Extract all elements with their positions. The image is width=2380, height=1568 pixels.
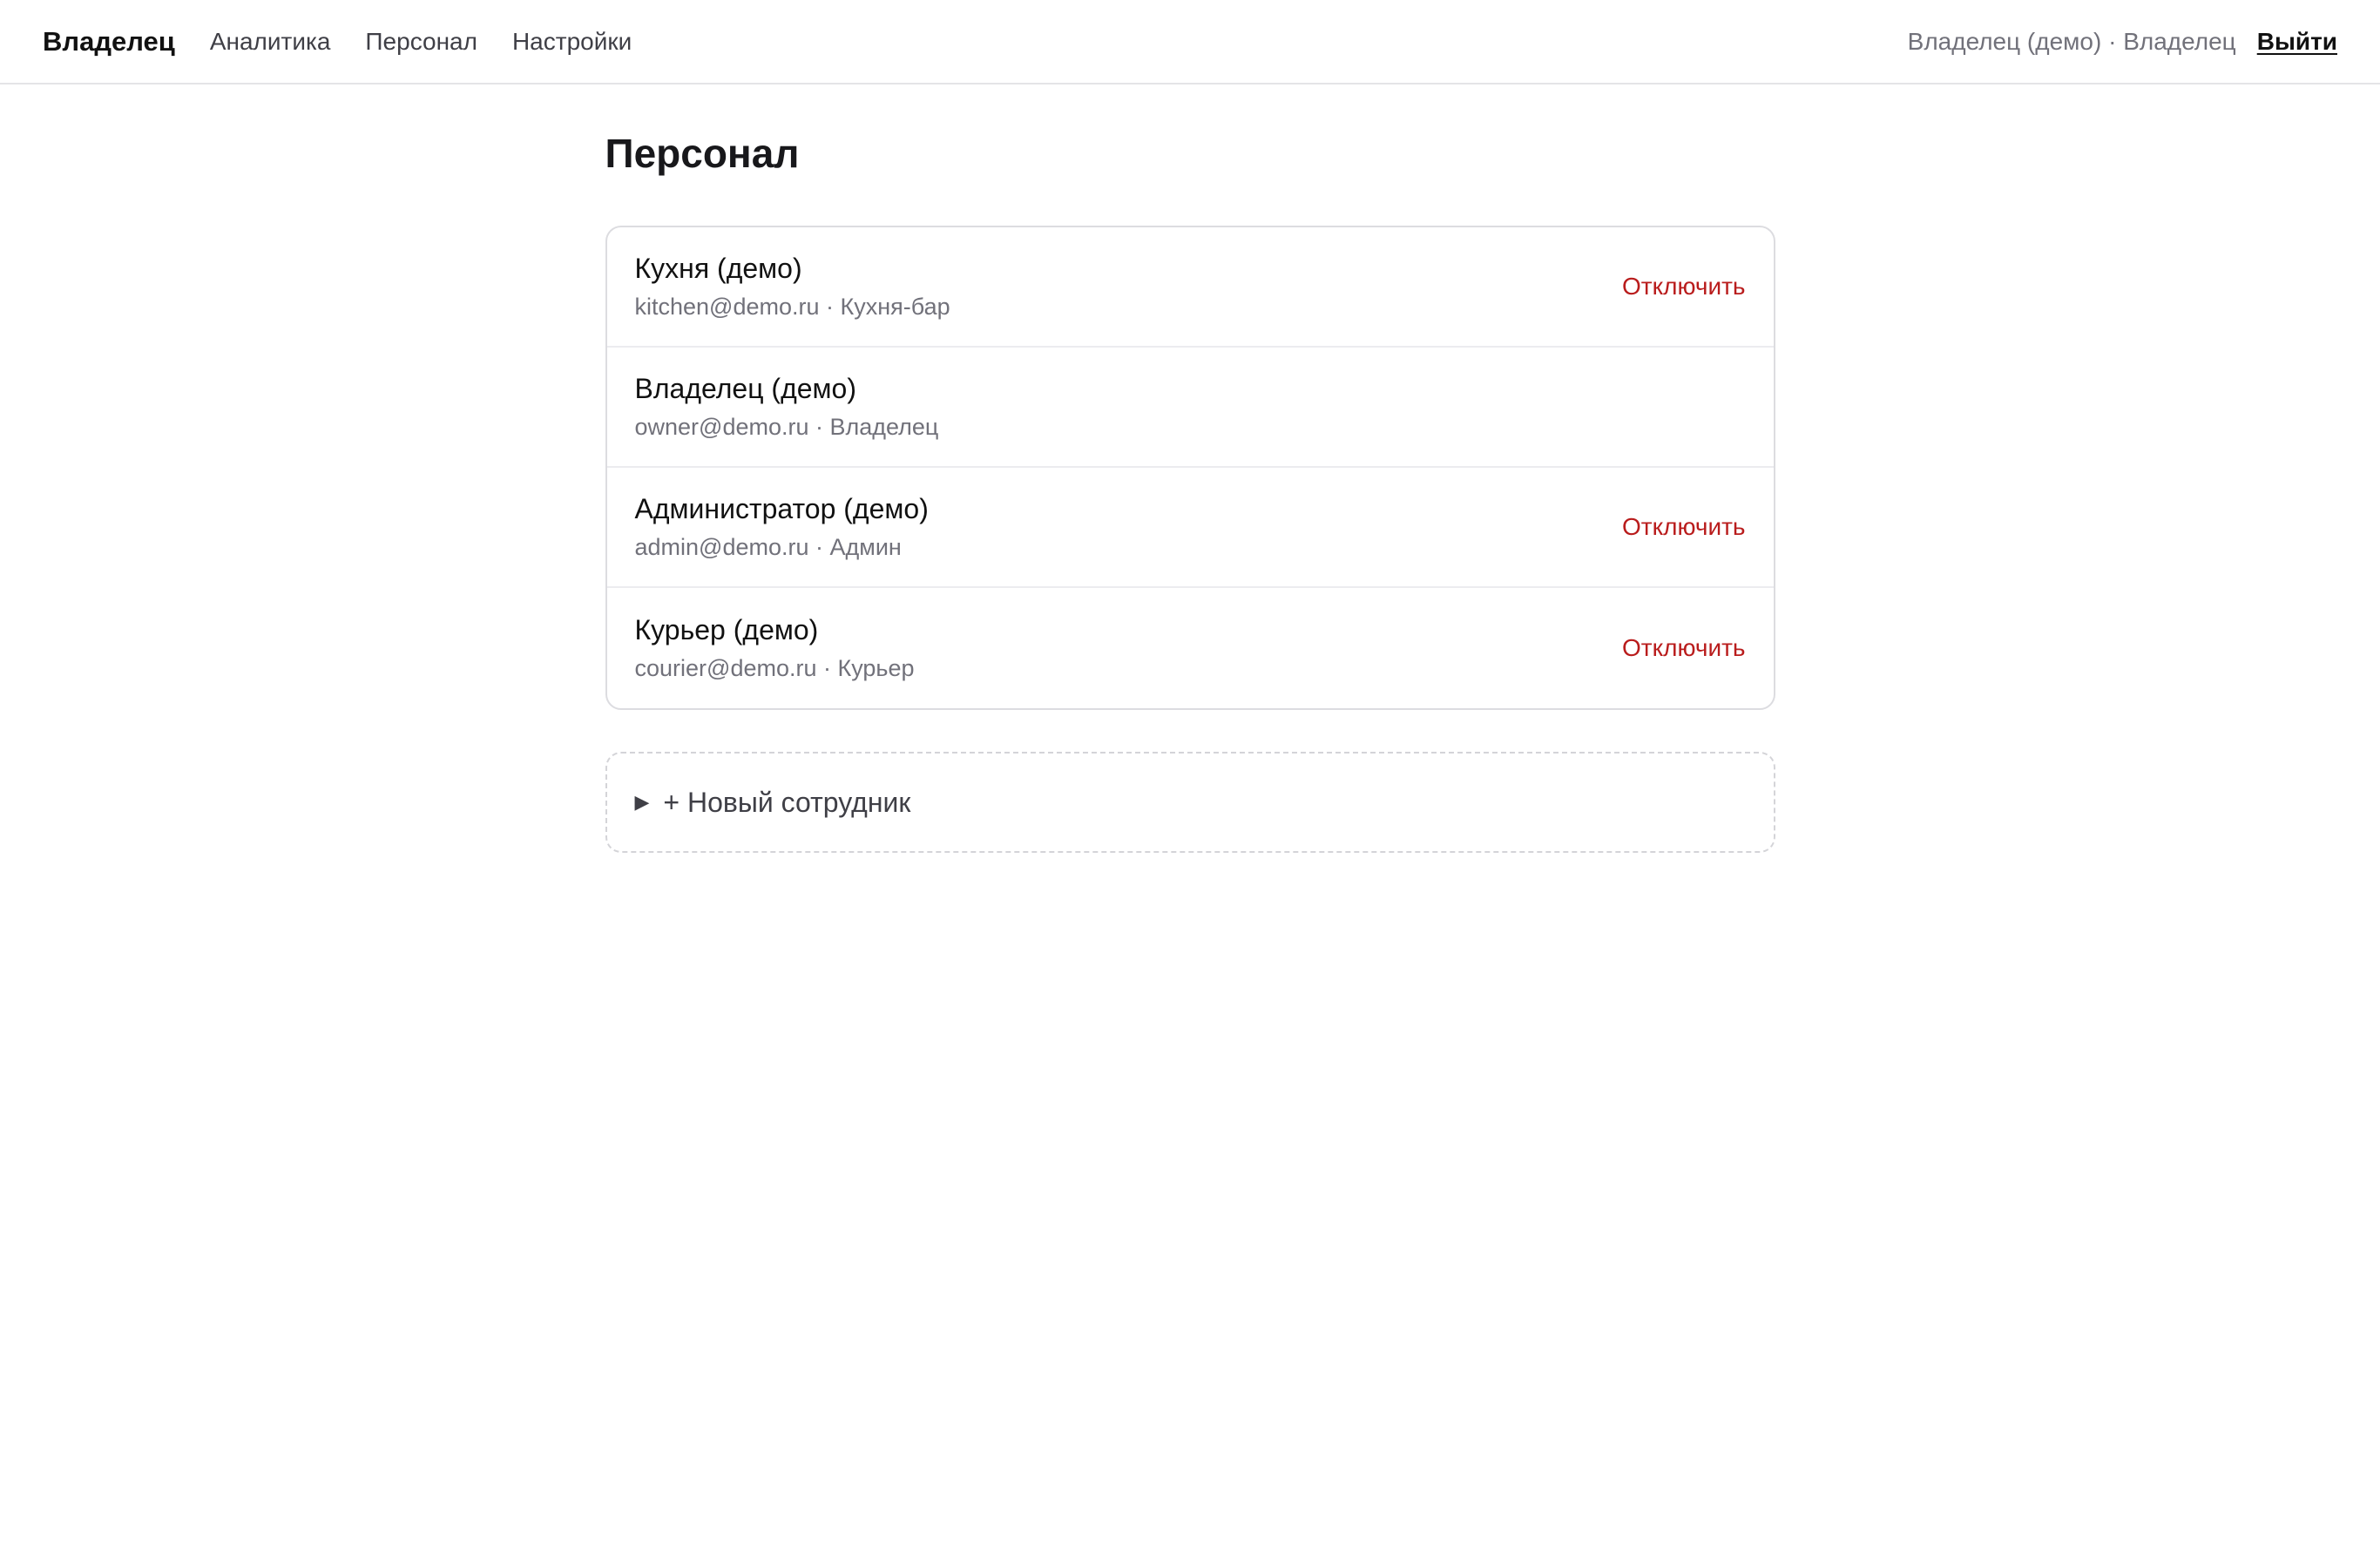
staff-info: Курьер (демо) courier@demo.ru · Курьер (635, 614, 915, 682)
staff-row: Кухня (демо) kitchen@demo.ru · Кухня-бар… (606, 227, 1774, 348)
logout-link[interactable]: Выйти (2257, 28, 2337, 56)
staff-meta: owner@demo.ru · Владелец (634, 414, 939, 440)
disable-button[interactable]: Отключить (1622, 513, 1746, 541)
nav-link-staff[interactable]: Персонал (365, 28, 477, 56)
main-content: Персонал Кухня (демо) kitchen@demo.ru · … (605, 84, 1775, 853)
caret-right-icon: ▶ (634, 791, 650, 813)
nav-link-analytics[interactable]: Аналитика (210, 28, 331, 56)
top-navbar: Владелец Аналитика Персонал Настройки Вл… (0, 0, 2380, 84)
staff-meta: admin@demo.ru · Админ (634, 534, 902, 560)
staff-info: Владелец (демо) owner@demo.ru · Владелец (635, 373, 939, 441)
page-title: Персонал (605, 131, 800, 176)
main-nav: Аналитика Персонал Настройки (210, 28, 666, 56)
staff-info: Кухня (демо) kitchen@demo.ru · Кухня-бар (635, 253, 950, 321)
staff-meta: kitchen@demo.ru · Кухня-бар (634, 294, 950, 320)
staff-row: Администратор (демо) admin@demo.ru · Адм… (606, 468, 1774, 588)
user-area: Владелец (демо) · Владелец Выйти (1908, 28, 2337, 56)
staff-row: Владелец (демо) owner@demo.ru · Владелец (606, 348, 1774, 468)
new-employee-label: + Новый сотрудник (663, 786, 911, 818)
staff-name: Администратор (демо) (634, 493, 929, 524)
staff-name: Владелец (демо) (634, 373, 856, 404)
staff-name: Кухня (демо) (634, 253, 802, 284)
staff-list: Кухня (демо) kitchen@demo.ru · Кухня-бар… (605, 226, 1775, 710)
brand-title: Владелец (43, 25, 175, 57)
nav-link-settings[interactable]: Настройки (512, 28, 632, 56)
new-employee-toggle[interactable]: ▶ + Новый сотрудник (605, 752, 1775, 853)
staff-name: Курьер (демо) (634, 614, 819, 645)
current-user-info: Владелец (демо) · Владелец (1907, 27, 2236, 55)
disable-button[interactable]: Отключить (1622, 634, 1746, 662)
staff-info: Администратор (демо) admin@demo.ru · Адм… (635, 493, 929, 561)
staff-meta: courier@demo.ru · Курьер (634, 655, 915, 681)
disable-button[interactable]: Отключить (1622, 273, 1746, 301)
staff-row: Курьер (демо) courier@demo.ru · Курьер О… (607, 588, 1774, 708)
